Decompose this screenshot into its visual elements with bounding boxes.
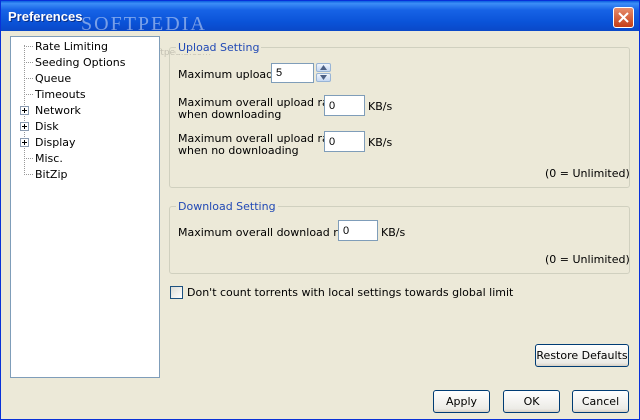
- plus-expander-icon[interactable]: [20, 138, 29, 147]
- download-unlimited-note: (0 = Unlimited): [545, 253, 630, 266]
- download-rate-label: Maximum overall download rate:: [178, 226, 360, 239]
- download-setting-legend: Download Setting: [176, 200, 278, 213]
- tree-item-display[interactable]: Display: [11, 135, 159, 150]
- tree-item-network[interactable]: Network: [11, 103, 159, 118]
- tree-connector: [24, 78, 33, 79]
- tree-item-label: Seeding Options: [35, 56, 126, 69]
- tree-item-label: BitZip: [35, 168, 68, 181]
- tree-connector: [24, 46, 33, 47]
- download-rate-unit: KB/s: [381, 226, 406, 239]
- tree-item-label: Display: [35, 136, 76, 149]
- close-icon: [618, 12, 629, 23]
- tree-item-label: Queue: [35, 72, 72, 85]
- upload-rate-no-downloading-input[interactable]: [324, 131, 365, 152]
- tree-item-misc[interactable]: Misc.: [11, 151, 159, 166]
- tree-connector: [24, 158, 33, 159]
- watermark-logo: SOFTPEDIA: [81, 13, 207, 35]
- max-uploads-input[interactable]: [271, 63, 314, 83]
- tree-item-seeding-options[interactable]: Seeding Options: [11, 55, 159, 70]
- tree-item-rate-limiting[interactable]: Rate Limiting: [11, 39, 159, 54]
- tree-item-label: Misc.: [35, 152, 63, 165]
- plus-expander-icon[interactable]: [20, 122, 29, 131]
- download-rate-input[interactable]: [338, 220, 378, 241]
- preferences-window: Preferences SOFTPEDIA www.softpedia.com …: [0, 0, 640, 420]
- upload-rate-downloading-input[interactable]: [324, 95, 365, 116]
- tree-item-timeouts[interactable]: Timeouts: [11, 87, 159, 102]
- max-uploads-label: Maximum uploads:: [178, 68, 283, 81]
- ok-button[interactable]: OK: [503, 390, 560, 413]
- window-title: Preferences: [8, 9, 83, 24]
- tree-item-label: Network: [35, 104, 81, 117]
- tree-item-bitzip[interactable]: BitZip: [11, 167, 159, 182]
- upload-rate-downloading-unit: KB/s: [368, 100, 393, 113]
- upload-rate-no-downloading-unit: KB/s: [368, 136, 393, 149]
- title-bar[interactable]: Preferences SOFTPEDIA: [1, 1, 639, 35]
- tree-item-queue[interactable]: Queue: [11, 71, 159, 86]
- upload-rate-no-downloading-label-line2: when no downloading: [178, 144, 299, 157]
- spin-up-button[interactable]: [316, 63, 331, 72]
- global-limit-label[interactable]: Don't count torrents with local settings…: [187, 286, 513, 299]
- spin-down-button[interactable]: [316, 73, 331, 82]
- upload-setting-legend: Upload Setting: [176, 41, 262, 54]
- spin-down-icon: [320, 75, 327, 80]
- tree-item-label: Rate Limiting: [35, 40, 108, 53]
- tree-item-label: Disk: [35, 120, 59, 133]
- tree-connector: [24, 62, 33, 63]
- plus-expander-icon[interactable]: [20, 106, 29, 115]
- upload-rate-downloading-label-line2: when downloading: [178, 108, 282, 121]
- category-tree[interactable]: Rate Limiting Seeding Options Queue Time…: [10, 36, 160, 378]
- apply-button[interactable]: Apply: [433, 390, 490, 413]
- tree-connector: [24, 94, 33, 95]
- cancel-button[interactable]: Cancel: [572, 390, 629, 413]
- spin-up-icon: [320, 65, 327, 70]
- close-button[interactable]: [613, 7, 634, 28]
- tree-connector: [24, 174, 33, 175]
- tree-item-disk[interactable]: Disk: [11, 119, 159, 134]
- upload-unlimited-note: (0 = Unlimited): [545, 167, 630, 180]
- tree-item-label: Timeouts: [35, 88, 86, 101]
- global-limit-checkbox[interactable]: [170, 286, 183, 299]
- restore-defaults-button[interactable]: Restore Defaults: [535, 344, 629, 367]
